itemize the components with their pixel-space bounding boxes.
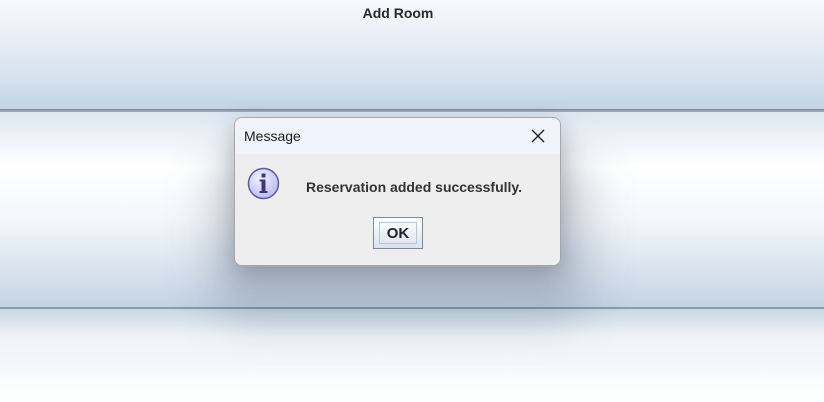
info-icon [247,167,280,200]
footer-panel [0,309,824,402]
app-window: Add Room Message Reservation added succe… [0,0,824,402]
header-panel: Add Room [0,0,824,109]
ok-button[interactable]: OK [373,217,423,249]
dialog-body: Reservation added successfully. OK [235,154,560,265]
ok-button-label: OK [386,224,410,242]
close-icon [531,129,545,143]
message-dialog: Message Reservation added successfully. … [234,117,561,266]
dialog-title: Message [244,128,301,144]
dialog-message: Reservation added successfully. [306,179,523,195]
close-button[interactable] [518,120,558,152]
dialog-titlebar[interactable]: Message [235,118,560,154]
panel-title: Add Room [362,5,434,21]
